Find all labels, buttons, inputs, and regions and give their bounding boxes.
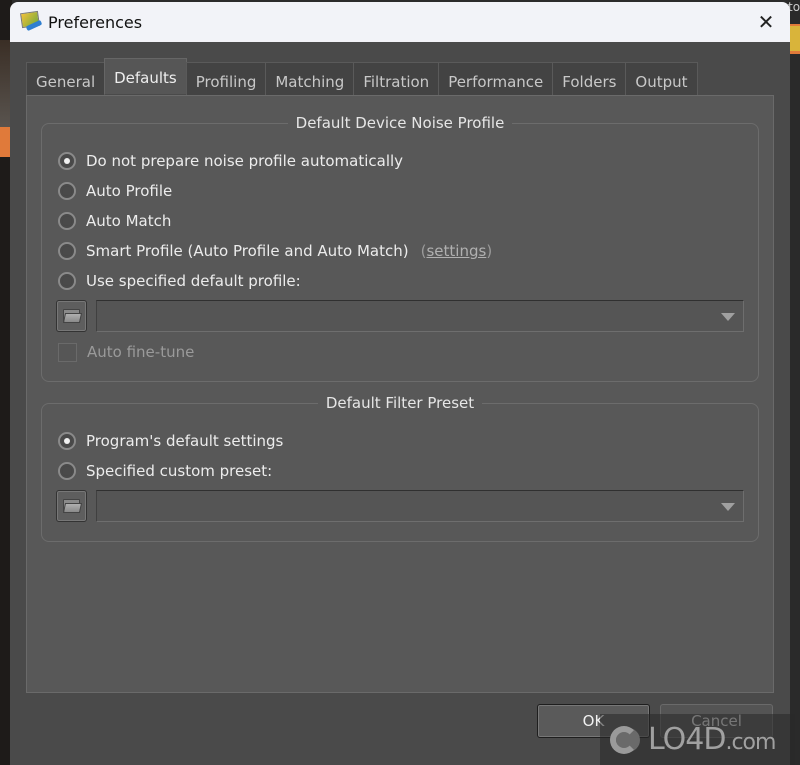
preset-file-row (56, 490, 744, 522)
preset-combo[interactable] (96, 490, 744, 522)
settings-link[interactable]: settings (426, 242, 486, 260)
window-title: Preferences (48, 12, 143, 32)
auto-fine-tune-checkbox[interactable] (58, 342, 77, 362)
radio-button[interactable] (58, 462, 76, 480)
tab-output[interactable]: Output (625, 62, 698, 96)
tab-defaults[interactable]: Defaults (104, 58, 187, 94)
watermark-text: LO4D.com (648, 722, 776, 757)
background-photo (0, 40, 10, 130)
radio-label: Smart Profile (Auto Profile and Auto Mat… (86, 242, 409, 260)
close-button[interactable]: ✕ (754, 10, 778, 34)
dropdown-arrow-icon[interactable] (721, 313, 735, 321)
noise-profile-group-title: Default Device Noise Profile (287, 114, 513, 132)
lo4d-watermark: LO4D.com (600, 714, 795, 765)
title-bar[interactable]: Preferences ✕ (10, 2, 790, 42)
tab-matching[interactable]: Matching (265, 62, 355, 96)
radio-label: Specified custom preset: (86, 462, 273, 480)
app-icon (20, 10, 43, 33)
radio-auto-match[interactable]: Auto Match (58, 210, 171, 232)
tab-bar: General Defaults Profiling Matching Filt… (26, 58, 698, 96)
tab-profiling[interactable]: Profiling (185, 62, 267, 96)
profile-file-row (56, 300, 744, 332)
settings-link-wrapper: (settings) (420, 242, 493, 260)
radio-program-default[interactable]: Program's default settings (58, 430, 283, 452)
radio-button[interactable] (58, 272, 76, 290)
filter-preset-group-title: Default Filter Preset (317, 394, 483, 412)
tab-folders[interactable]: Folders (552, 62, 627, 96)
radio-label: Program's default settings (86, 432, 284, 450)
radio-label: Auto Profile (86, 182, 173, 200)
background-orange-bar (0, 127, 10, 157)
filter-preset-group: Default Filter Preset Program's default … (41, 394, 759, 542)
lo4d-logo-icon (606, 720, 646, 760)
radio-button[interactable] (58, 432, 76, 450)
radio-auto-profile[interactable]: Auto Profile (58, 180, 172, 202)
radio-button[interactable] (58, 182, 76, 200)
radio-button[interactable] (58, 242, 76, 260)
browse-profile-button[interactable] (56, 300, 87, 332)
radio-label: Auto Match (86, 212, 172, 230)
radio-button[interactable] (58, 152, 76, 170)
browse-preset-button[interactable] (56, 490, 87, 522)
radio-do-not-prepare[interactable]: Do not prepare noise profile automatical… (58, 150, 403, 172)
checkbox-label: Auto fine-tune (87, 343, 195, 361)
radio-use-specified-profile[interactable]: Use specified default profile: (58, 270, 301, 292)
defaults-tab-panel: Default Device Noise Profile Do not prep… (26, 95, 774, 693)
tab-general[interactable]: General (26, 62, 106, 96)
tab-filtration[interactable]: Filtration (353, 62, 440, 96)
radio-button[interactable] (58, 212, 76, 230)
profile-combo[interactable] (96, 300, 744, 332)
radio-custom-preset[interactable]: Specified custom preset: (58, 460, 272, 482)
dropdown-arrow-icon[interactable] (721, 503, 735, 511)
radio-smart-profile[interactable]: Smart Profile (Auto Profile and Auto Mat… (58, 240, 492, 262)
tab-performance[interactable]: Performance (438, 62, 554, 96)
preferences-dialog: Preferences ✕ General Defaults Profiling… (10, 2, 790, 765)
noise-profile-group: Default Device Noise Profile Do not prep… (41, 114, 759, 382)
close-icon: ✕ (757, 10, 775, 34)
radio-label: Use specified default profile: (86, 272, 301, 290)
auto-fine-tune-row[interactable]: Auto fine-tune (58, 341, 194, 363)
radio-label: Do not prepare noise profile automatical… (86, 152, 404, 170)
